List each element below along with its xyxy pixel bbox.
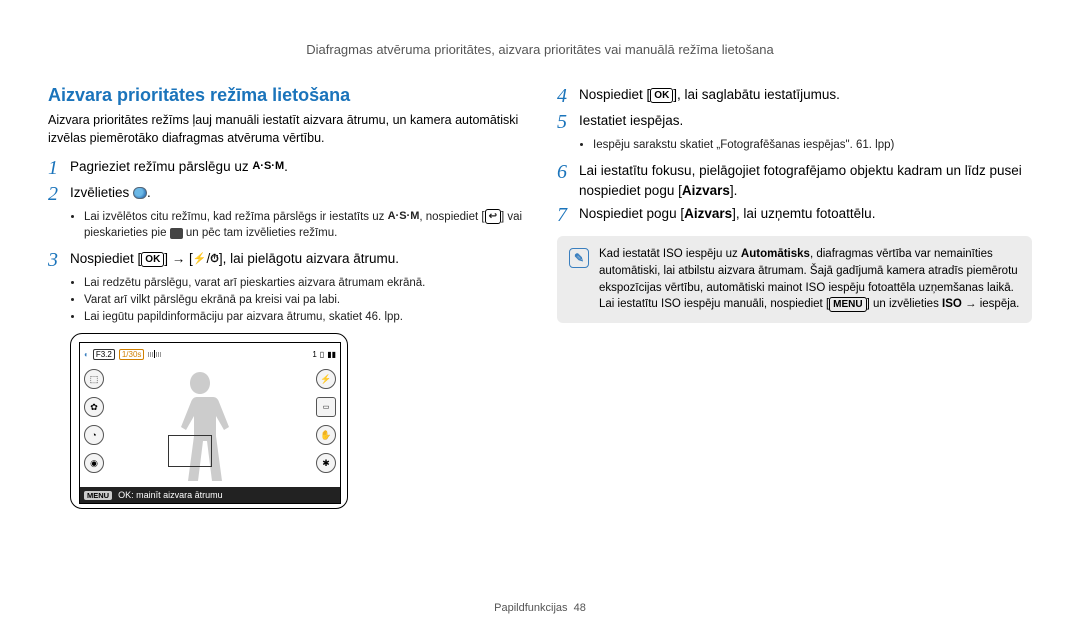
- back-icon: ↩: [485, 209, 501, 224]
- step-1-number: 1: [48, 157, 70, 179]
- info-text: Kad iestatāt ISO iespēju uz Automātisks,…: [599, 246, 1020, 313]
- asm-icon: A·S·M: [388, 209, 420, 224]
- lcd-focus-square: [168, 435, 212, 467]
- step-3-bullet-2: Varat arī vilkt pārslēgu ekrānā pa kreis…: [84, 292, 523, 308]
- step-5-bullet: Iespēju sarakstu skatiet „Fotografēšanas…: [593, 137, 1032, 153]
- lcd-stab-icon: ✋: [316, 425, 336, 445]
- lcd-size-icon: ▭: [316, 397, 336, 417]
- lcd-sd-icon: ▯: [320, 350, 324, 359]
- step-3-number: 3: [48, 249, 70, 271]
- lcd-mode-icon: ◐: [84, 350, 89, 359]
- info-icon: ✎: [569, 248, 589, 268]
- step-2-number: 2: [48, 183, 70, 205]
- timer-icon: ⏱: [210, 252, 219, 268]
- mode-icon: [133, 187, 147, 199]
- step-7: Nospiediet pogu [Aizvars], lai uzņemtu f…: [579, 204, 1032, 226]
- step-3-bullet-3: Lai iegūtu papildinformāciju par aizvara…: [84, 309, 523, 325]
- step-6-number: 6: [557, 161, 579, 200]
- step-2: Izvēlieties .: [70, 183, 523, 205]
- lcd-count: 1: [312, 350, 316, 359]
- lcd-set-icon: ✱: [316, 453, 336, 473]
- lcd-shutter: 1/30s: [119, 349, 145, 360]
- step-3-bullet-1: Lai redzētu pārslēgu, varat arī pieskart…: [84, 275, 523, 291]
- step-6: Lai iestatītu fokusu, pielāgojiet fotogr…: [579, 161, 1032, 200]
- asm-icon: A·S·M: [252, 159, 284, 175]
- ok-icon: OK: [141, 252, 164, 267]
- step-1: Pagrieziet režīmu pārslēgu uz A·S·M.: [70, 157, 523, 179]
- section-title: Aizvara prioritātes režīma lietošana: [48, 85, 523, 106]
- lcd-flash-icon: ⚡: [316, 369, 336, 389]
- ok-icon: OK: [650, 88, 673, 103]
- step-4-number: 4: [557, 85, 579, 107]
- info-note: ✎ Kad iestatāt ISO iespēju uz Automātisk…: [557, 236, 1032, 323]
- step-3: Nospiediet [OK] → [⚡/⏱], lai pielāgotu a…: [70, 249, 523, 271]
- lcd-bottom-text: OK: mainīt aizvara ātrumu: [118, 490, 223, 500]
- camera-lcd-illustration: ◐ F3.2 1/30s 1 ▯ ▮▮ ⬚ ✿ ◔: [70, 333, 348, 509]
- lcd-ev-scale: [148, 350, 161, 358]
- lcd-icon-2: ✿: [84, 397, 104, 417]
- lcd-menu-label: MENU: [84, 491, 112, 500]
- step-7-number: 7: [557, 204, 579, 226]
- lcd-subject-silhouette: [165, 367, 235, 487]
- lcd-fvalue: F3.2: [93, 349, 115, 360]
- step-4: Nospiediet [OK], lai saglabātu iestatīju…: [579, 85, 1032, 107]
- lcd-icon-1: ⬚: [84, 369, 104, 389]
- breadcrumb: Diafragmas atvēruma prioritātes, aizvara…: [48, 42, 1032, 57]
- palette-icon: [170, 228, 183, 239]
- menu-icon: MENU: [829, 297, 866, 312]
- step-5: Iestatiet iespējas.: [579, 111, 1032, 133]
- flash-icon: ⚡: [193, 252, 207, 268]
- lcd-icon-4: ◉: [84, 453, 104, 473]
- lcd-battery-icon: ▮▮: [327, 350, 336, 359]
- lcd-icon-3: ◔: [84, 425, 104, 445]
- step-5-number: 5: [557, 111, 579, 133]
- page-footer: Papildfunkcijas 48: [0, 602, 1080, 614]
- intro-text: Aizvara prioritātes režīms ļauj manuāli …: [48, 112, 523, 147]
- step-2-bullet: Lai izvēlētos citu režīmu, kad režīma pā…: [84, 209, 523, 241]
